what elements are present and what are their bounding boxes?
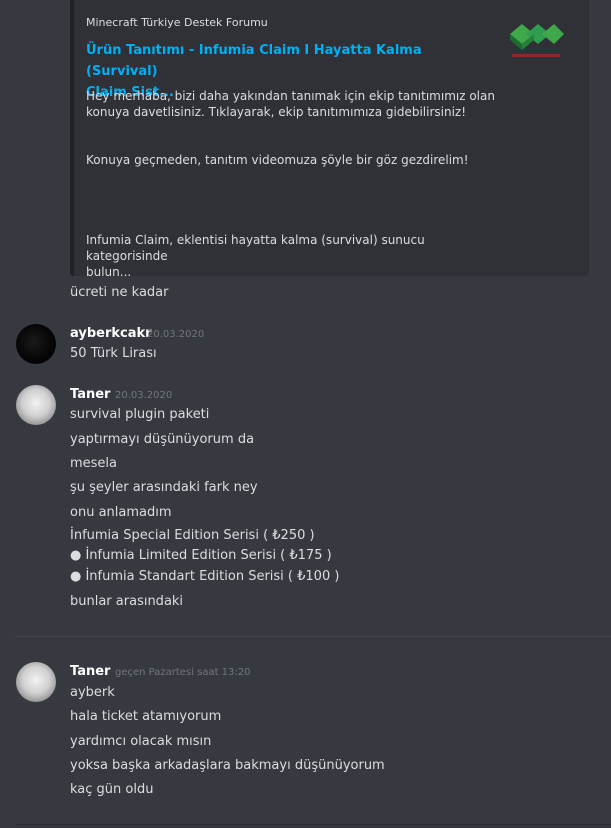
message-text: bunlar arasındaki [70,594,184,609]
embed-desc-line: bulun... [86,265,132,279]
message-text: survival plugin paketi [70,407,210,422]
message-text: mesela [70,456,118,471]
message-timestamp: 20.03.2020 [147,329,205,340]
message-author[interactable]: ayberkcakr [70,326,152,341]
message-text: hala ticket atamıyorum [70,709,222,724]
message-text: şu şeyler arasındaki fark ney [70,480,258,495]
message-text: yaptırmayı düşünüyorum da [70,432,255,447]
avatar[interactable] [16,324,56,364]
link-embed: Minecraft Türkiye Destek Forumu Ürün Tan… [70,0,589,279]
embed-desc-line: konuya davetlisiniz. Tıklayarak, ekip ta… [86,105,467,119]
bottom-divider [15,824,611,825]
message-author[interactable]: Taner [70,664,110,679]
embed-desc-line: Hey merhaba, bizi daha yakından tanımak … [86,89,495,103]
embed-description-1: Hey merhaba, bizi daha yakından tanımak … [86,88,506,120]
message-text: ayberk [70,685,115,700]
message-text: onu anlamadım [70,505,172,520]
message-text: kaç gün oldu [70,782,154,797]
message-text: ● İnfumia Standart Edition Serisi ( ₺100… [70,569,340,584]
avatar[interactable] [16,662,56,702]
embed-provider[interactable]: Minecraft Türkiye Destek Forumu [86,16,268,29]
avatar[interactable] [16,385,56,425]
message-divider [15,636,611,637]
message-author[interactable]: Taner [70,387,110,402]
message-text: İnfumia Special Edition Serisi ( ₺250 ) [70,528,315,543]
embed-title-line1[interactable]: Ürün Tanıtımı - Infumia Claim I Hayatta … [86,40,486,82]
message-text: 50 Türk Lirası [70,346,157,361]
embed-description-3: Infumia Claim, eklentisi hayatta kalma (… [86,232,506,280]
embed-desc-line: Infumia Claim, eklentisi hayatta kalma (… [86,233,425,263]
embed-description-2: Konuya geçmeden, tanıtım videomuza şöyle… [86,153,469,167]
message-text: yoksa başka arkadaşlara bakmayı düşünüyo… [70,758,385,773]
message-text: ücreti ne kadar [70,285,169,300]
message-timestamp: geçen Pazartesi saat 13:20 [115,667,251,678]
minecraft-logo-icon[interactable] [506,16,566,60]
message-timestamp: 20.03.2020 [115,390,173,401]
message-text: yardımcı olacak mısın [70,734,212,749]
message-text: ● İnfumia Limited Edition Serisi ( ₺175 … [70,548,332,563]
